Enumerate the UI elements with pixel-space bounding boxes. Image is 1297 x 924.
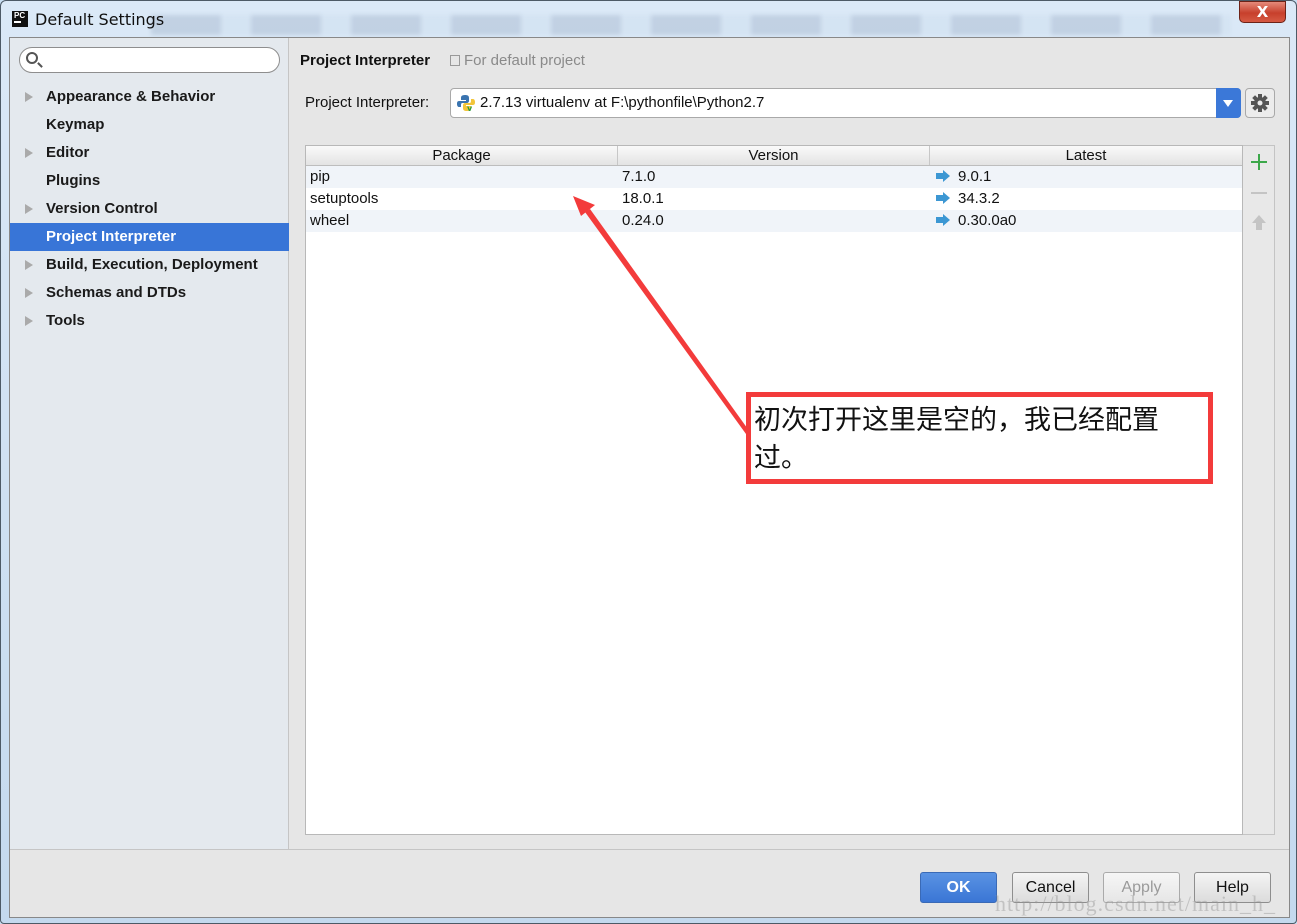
settings-nav-tree: Appearance & Behavior Keymap Editor Plug… xyxy=(10,83,289,335)
column-header-package[interactable]: Package xyxy=(306,146,618,165)
sidebar-item-label: Build, Execution, Deployment xyxy=(46,256,258,273)
annotation-text: 初次打开这里是空的，我已经配置过。 xyxy=(754,405,1159,474)
packages-table: Package Version Latest pip 7.1.0 9.0.1 s… xyxy=(305,145,1243,835)
upgrade-arrow-icon xyxy=(936,170,950,182)
sidebar-item-label: Project Interpreter xyxy=(46,228,177,245)
latest-version-text: 34.3.2 xyxy=(958,190,1000,207)
sidebar-item-label: Plugins xyxy=(46,172,101,189)
expand-triangle-icon[interactable] xyxy=(25,204,33,214)
package-version: 0.24.0 xyxy=(622,212,664,229)
package-version: 7.1.0 xyxy=(622,168,656,185)
package-version: 18.0.1 xyxy=(622,190,664,207)
watermark: http://blog.csdn.net/main_h_ xyxy=(995,891,1276,916)
sidebar-item-version-control[interactable]: Version Control xyxy=(10,195,289,223)
table-row[interactable]: pip 7.1.0 9.0.1 xyxy=(306,166,1242,188)
sidebar-item-project-interpreter[interactable]: Project Interpreter xyxy=(10,223,289,251)
interpreter-dropdown[interactable]: v 2.7.13 virtualenv at F:\pythonfile\Pyt… xyxy=(450,88,1241,118)
sidebar-item-label: Schemas and DTDs xyxy=(46,284,187,301)
sidebar-item-label: Keymap xyxy=(46,116,105,133)
title-bar[interactable]: PC Default Settings X xyxy=(1,1,1296,37)
expand-triangle-icon[interactable] xyxy=(25,288,33,298)
sidebar-item-schemas-dtds[interactable]: Schemas and DTDs xyxy=(10,279,289,307)
minus-icon[interactable] xyxy=(1251,185,1267,201)
package-name: wheel xyxy=(310,212,350,229)
sidebar-item-tools[interactable]: Tools xyxy=(10,307,289,335)
page-title: Project Interpreter xyxy=(300,52,431,69)
sidebar-item-plugins[interactable]: Plugins xyxy=(10,167,289,195)
copy-scope-icon xyxy=(450,55,460,66)
column-header-latest[interactable]: Latest xyxy=(930,146,1242,165)
package-latest: 0.30.0a0 xyxy=(930,210,1242,232)
search-icon xyxy=(26,52,38,64)
close-button[interactable]: X xyxy=(1239,1,1286,23)
package-latest: 9.0.1 xyxy=(930,166,1242,188)
sidebar-item-keymap[interactable]: Keymap xyxy=(10,111,289,139)
annotation-callout: 初次打开这里是空的，我已经配置过。 xyxy=(746,392,1213,484)
latest-version-text: 9.0.1 xyxy=(958,168,992,185)
sidebar-item-label: Appearance & Behavior xyxy=(46,88,216,105)
table-body: pip 7.1.0 9.0.1 setuptools 18.0.1 34.3.2… xyxy=(306,166,1242,232)
table-row[interactable]: setuptools 18.0.1 34.3.2 xyxy=(306,188,1242,210)
sidebar-item-appearance-behavior[interactable]: Appearance & Behavior xyxy=(10,83,289,111)
scope-label-text: For default project xyxy=(464,52,585,69)
interpreter-label: Project Interpreter: xyxy=(305,94,430,111)
upgrade-arrow-icon xyxy=(936,214,950,226)
ok-button[interactable]: OK xyxy=(920,872,997,903)
pycharm-app-icon: PC xyxy=(12,11,28,27)
search-input[interactable] xyxy=(46,51,274,69)
sidebar-item-label: Tools xyxy=(46,312,85,329)
plus-icon[interactable] xyxy=(1251,154,1267,170)
window-title: Default Settings xyxy=(35,10,165,29)
sidebar-item-editor[interactable]: Editor xyxy=(10,139,289,167)
upgrade-up-arrow-icon[interactable] xyxy=(1251,215,1267,231)
expand-triangle-icon[interactable] xyxy=(25,260,33,270)
expand-triangle-icon[interactable] xyxy=(25,92,33,102)
package-name: pip xyxy=(310,168,331,185)
settings-search[interactable] xyxy=(19,47,280,73)
chevron-down-icon[interactable] xyxy=(1216,88,1241,118)
upgrade-arrow-icon xyxy=(936,192,950,204)
expand-triangle-icon[interactable] xyxy=(25,148,33,158)
svg-text:v: v xyxy=(467,104,473,112)
package-toolbar xyxy=(1243,145,1275,835)
sidebar-item-build-execution-deployment[interactable]: Build, Execution, Deployment xyxy=(10,251,289,279)
sidebar-item-label: Version Control xyxy=(46,200,158,217)
latest-version-text: 0.30.0a0 xyxy=(958,212,1017,229)
sidebar-item-label: Editor xyxy=(46,144,90,161)
expand-triangle-icon[interactable] xyxy=(25,316,33,326)
column-header-version[interactable]: Version xyxy=(618,146,930,165)
background-taskbar-blur xyxy=(151,15,1231,35)
settings-sidebar: Appearance & Behavior Keymap Editor Plug… xyxy=(10,38,289,849)
interpreter-settings-button[interactable] xyxy=(1245,88,1275,118)
python-virtualenv-icon: v xyxy=(457,95,475,112)
table-row[interactable]: wheel 0.24.0 0.30.0a0 xyxy=(306,210,1242,232)
table-header: Package Version Latest xyxy=(306,146,1242,166)
package-latest: 34.3.2 xyxy=(930,188,1242,210)
package-name: setuptools xyxy=(310,190,379,207)
gear-icon xyxy=(1251,94,1269,112)
interpreter-value: 2.7.13 virtualenv at F:\pythonfile\Pytho… xyxy=(480,94,765,111)
scope-label: For default project xyxy=(450,52,585,69)
